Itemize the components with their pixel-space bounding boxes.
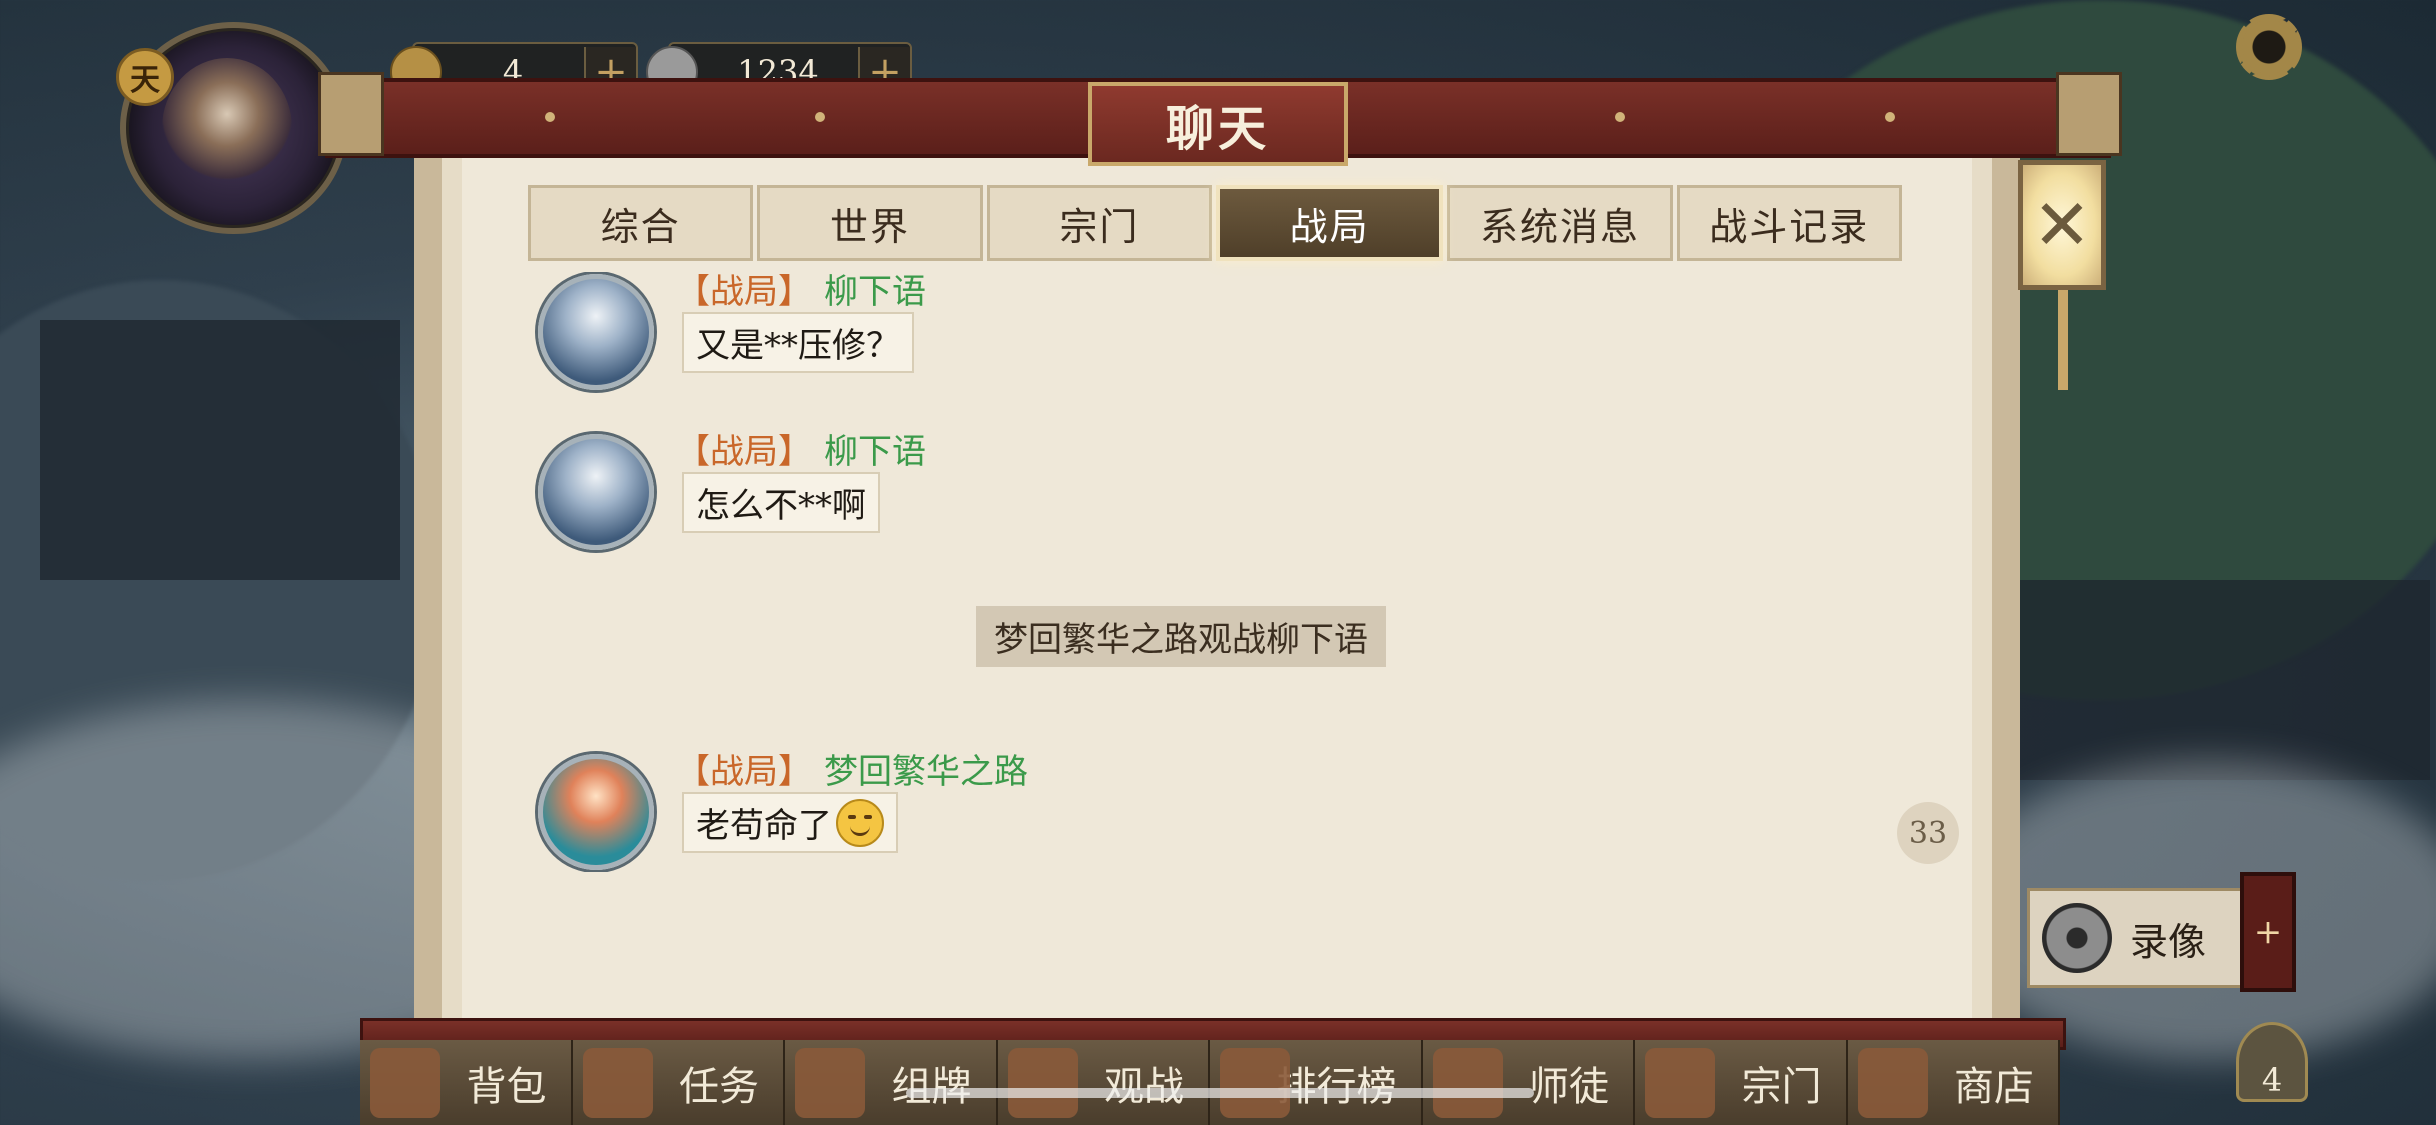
settings-gear-icon[interactable]: [2236, 14, 2302, 80]
replay-label: 录像: [2130, 919, 2207, 964]
decor-stud: [1885, 112, 1895, 122]
message-text: 又是**压修？: [696, 326, 900, 366]
sect-icon: [1645, 1048, 1715, 1118]
rank-badge: 天: [116, 48, 174, 106]
nav-quests[interactable]: 任务: [573, 1040, 785, 1125]
nav-deck[interactable]: 组牌: [785, 1040, 998, 1125]
message-text: 怎么不**啊: [696, 486, 866, 526]
chat-tabs: 综合 世界 宗门 战局 系统消息 战斗记录: [528, 185, 1902, 261]
bottom-nav: 背包 任务 组牌 观战 排行榜 师徒 宗门 商店: [360, 1040, 2060, 1125]
spectate-icon: [1007, 1048, 1078, 1118]
message-header: 【战局】 柳下语: [676, 424, 926, 473]
nav-label: 组牌: [891, 1063, 972, 1110]
title-corner-right: [2056, 72, 2122, 156]
decor-stud: [815, 112, 825, 122]
deck-icon: [795, 1048, 865, 1118]
chat-message: 【战局】 梦回繁华之路 老苟命了: [538, 744, 1838, 872]
nav-spectate[interactable]: 观战: [998, 1040, 1210, 1125]
unread-count-badge[interactable]: 33: [1897, 802, 1959, 864]
quest-icon: [582, 1048, 653, 1118]
system-notice: 梦回繁华之路观战柳下语: [976, 606, 1386, 667]
nav-leaderboard[interactable]: 排行榜: [1210, 1040, 1423, 1125]
message-bubble: 又是**压修？: [682, 312, 914, 373]
message-text: 老苟命了: [696, 806, 832, 846]
nav-label: 商店: [1954, 1063, 2034, 1110]
energy-tube[interactable]: +: [2240, 872, 2296, 992]
home-indicator[interactable]: [906, 1088, 1534, 1098]
nav-label: 观战: [1104, 1063, 1184, 1110]
close-lantern-button[interactable]: ✕: [2018, 160, 2106, 290]
sender-name[interactable]: 柳下语: [824, 432, 926, 472]
smile-emoji-icon: [836, 798, 884, 847]
player-avatar[interactable]: 天: [116, 22, 347, 234]
shop-icon: [1857, 1048, 1928, 1118]
message-header: 【战局】 梦回繁华之路: [676, 744, 1028, 793]
replay-button[interactable]: 录像: [2027, 888, 2247, 988]
background-pagoda: [40, 320, 400, 580]
tab-battle-log[interactable]: 战斗记录: [1676, 185, 1902, 261]
nav-mentor[interactable]: 师徒: [1423, 1040, 1635, 1125]
nav-label: 师徒: [1529, 1063, 1609, 1110]
nav-backpack[interactable]: 背包: [360, 1040, 573, 1125]
sender-avatar[interactable]: [538, 754, 654, 870]
message-bubble: 怎么不**啊: [682, 472, 880, 533]
tab-battle[interactable]: 战局: [1215, 185, 1444, 261]
energy-add-icon: +: [2253, 912, 2283, 952]
chat-title: 聊天: [1088, 82, 1348, 166]
tab-system-messages[interactable]: 系统消息: [1447, 185, 1673, 261]
film-reel-icon: [2042, 903, 2112, 973]
nav-sect[interactable]: 宗门: [1635, 1040, 1848, 1125]
treasure-chest[interactable]: 4: [2236, 1022, 2308, 1102]
nav-label: 宗门: [1741, 1063, 1822, 1110]
background-pagoda: [2010, 580, 2430, 780]
lantern-tassel: [2058, 290, 2068, 390]
tab-world[interactable]: 世界: [757, 185, 983, 261]
channel-tag: 【战局】: [676, 432, 812, 472]
channel-tag: 【战局】: [676, 272, 812, 312]
message-header: 【战局】 柳下语: [676, 272, 926, 313]
sender-avatar[interactable]: [538, 434, 654, 550]
message-bubble: 老苟命了: [682, 792, 898, 853]
tab-sect[interactable]: 宗门: [986, 185, 1212, 261]
message-list[interactable]: 【战局】 柳下语 又是**压修？ 【战局】 柳下语 怎么不**啊 【战局】 梦回繁华之…: [438, 272, 1978, 872]
nav-label: 背包: [466, 1063, 547, 1110]
nav-label: 排行榜: [1276, 1063, 1397, 1110]
chat-message: 【战局】 柳下语 又是**压修？: [538, 272, 1838, 404]
decor-stud: [545, 112, 555, 122]
mentor-icon: [1432, 1048, 1503, 1118]
decor-stud: [1615, 112, 1625, 122]
backpack-icon: [370, 1048, 440, 1118]
sender-name[interactable]: 梦回繁华之路: [824, 752, 1028, 792]
player-portrait: [162, 58, 292, 198]
chat-message: 【战局】 柳下语 怎么不**啊: [538, 424, 1838, 564]
nav-shop[interactable]: 商店: [1848, 1040, 2060, 1125]
tab-general[interactable]: 综合: [528, 185, 754, 261]
channel-tag: 【战局】: [676, 752, 812, 792]
sender-avatar[interactable]: [538, 274, 654, 390]
leaderboard-icon: [1220, 1048, 1290, 1118]
sender-name[interactable]: 柳下语: [824, 272, 926, 312]
title-corner-left: [318, 72, 384, 156]
close-icon: ✕: [2032, 184, 2092, 266]
nav-label: 任务: [679, 1063, 759, 1110]
chest-count: 4: [2261, 1061, 2283, 1099]
